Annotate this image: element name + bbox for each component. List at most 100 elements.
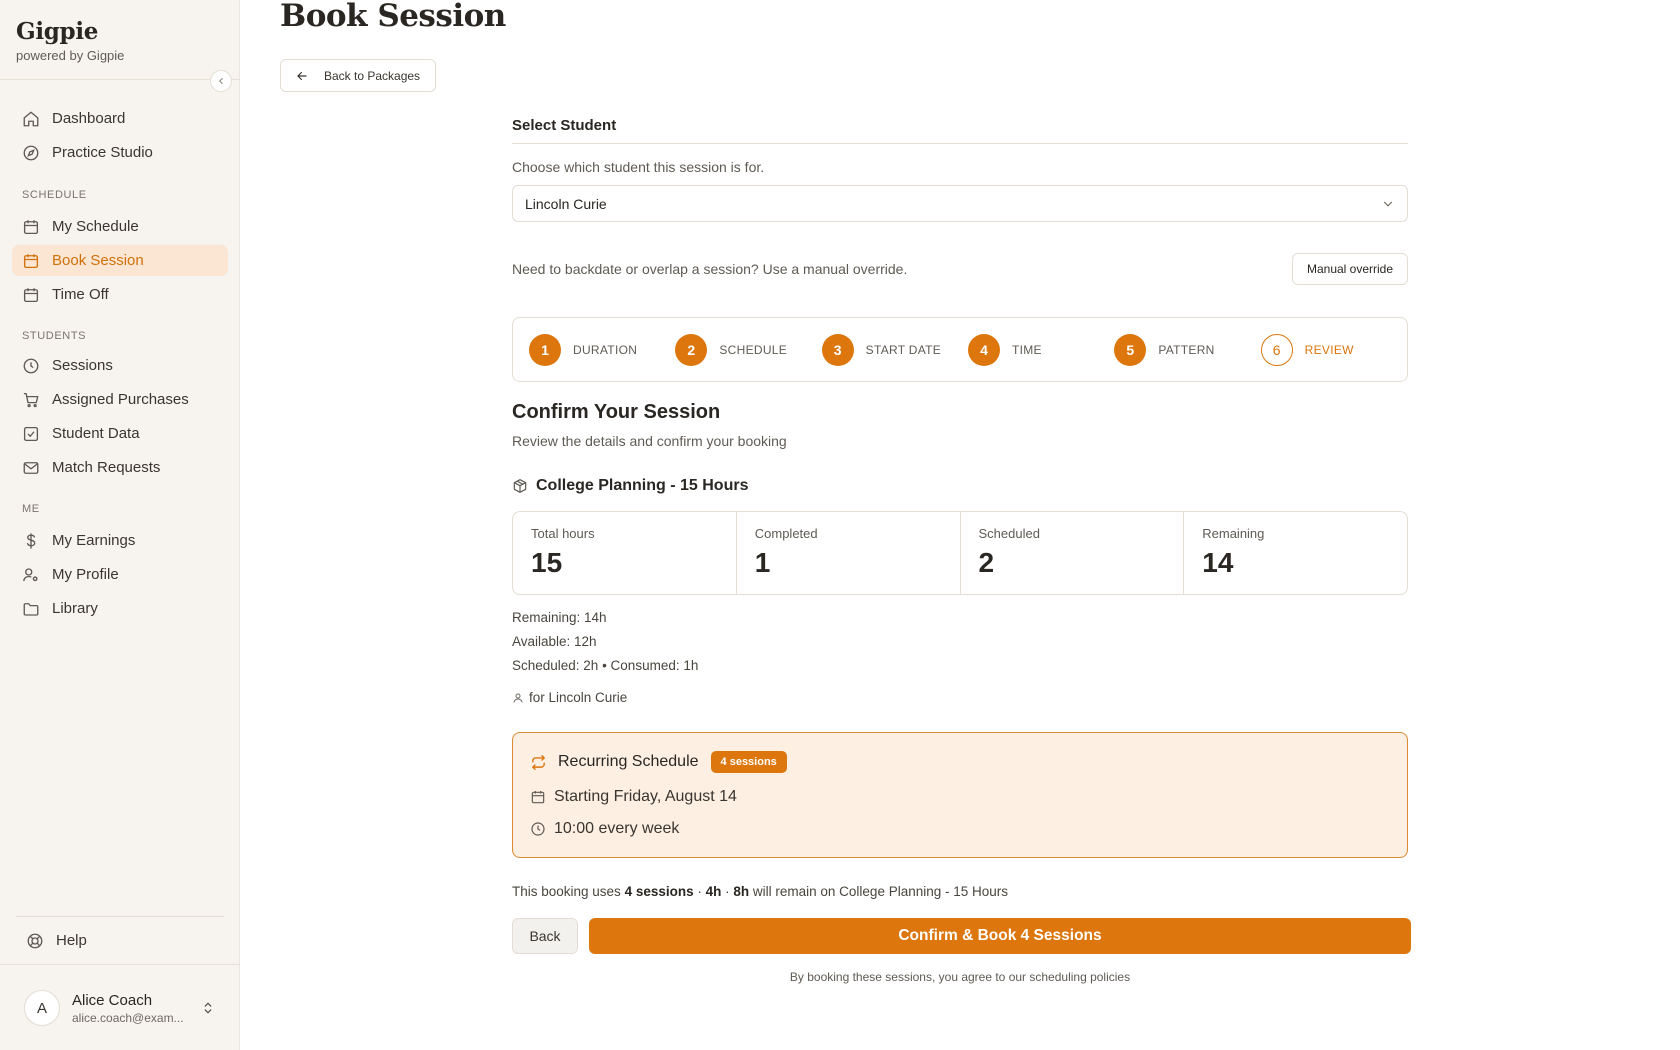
stat-value: 1 <box>754 547 771 578</box>
stat-completed: Completed 1 <box>737 512 961 594</box>
brand-divider <box>0 79 240 80</box>
sidebar-item-match-requests[interactable]: Match Requests <box>12 452 228 483</box>
summary-suffix: will remain on College Planning - 15 Hou… <box>749 884 1009 899</box>
step-label: START DATE <box>865 342 942 357</box>
step-schedule[interactable]: 2 SCHEDULE <box>675 333 821 366</box>
step-review[interactable]: 6 REVIEW <box>1260 333 1407 366</box>
step-time[interactable]: 4 TIME <box>967 333 1114 366</box>
stat-total-hours: Total hours 15 <box>513 512 737 594</box>
step-start-date[interactable]: 3 START DATE <box>821 333 968 366</box>
sidebar-item-my-earnings[interactable]: My Earnings <box>12 525 228 556</box>
sidebar-item-assigned-purchases[interactable]: Assigned Purchases <box>12 384 228 415</box>
sidebar-item-label: My Schedule <box>52 218 139 235</box>
recurring-time-row: 10:00 every week <box>530 820 679 838</box>
confirm-title: Confirm Your Session <box>512 401 721 423</box>
user-divider <box>0 964 240 965</box>
section-title-students: STUDENTS <box>22 330 87 342</box>
recurring-start-row: Starting Friday, August 14 <box>530 788 737 806</box>
sidebar-item-time-off[interactable]: Time Off <box>12 279 228 310</box>
sidebar-item-label: My Earnings <box>52 532 136 549</box>
step-label: REVIEW <box>1304 342 1354 357</box>
step-number: 4 <box>967 333 1000 366</box>
student-select[interactable]: Lincoln Curie <box>512 185 1408 222</box>
stat-value: 14 <box>1202 547 1234 578</box>
confirm-subtitle: Review the details and confirm your book… <box>512 433 787 449</box>
recurring-time: 10:00 every week <box>554 820 680 837</box>
calendar-icon <box>23 287 39 302</box>
confirm-book-button[interactable]: Confirm & Book 4 Sessions <box>589 918 1411 954</box>
sessions-badge: 4 sessions <box>710 751 787 773</box>
for-student-line: for Lincoln Curie <box>512 690 627 705</box>
user-name: Alice Coach <box>72 991 153 1009</box>
chevrons-up-down-icon <box>204 1002 212 1014</box>
step-number: 6 <box>1260 333 1293 366</box>
step-number: 2 <box>675 333 708 366</box>
sidebar-item-label: Student Data <box>52 425 140 442</box>
step-label: TIME <box>1011 342 1042 357</box>
step-number: 1 <box>529 333 561 366</box>
sidebar-item-label: Sessions <box>52 357 113 374</box>
sidebar-item-sessions[interactable]: Sessions <box>12 350 228 381</box>
policy-footnote: By booking these sessions, you agree to … <box>789 970 1131 984</box>
brand-subtitle: powered by Gigpie <box>16 48 125 63</box>
compass-icon <box>23 145 39 160</box>
summary-separator: · <box>721 884 734 899</box>
sidebar-item-library[interactable]: Library <box>12 593 228 624</box>
mail-icon <box>23 461 39 474</box>
sidebar-item-my-schedule[interactable]: My Schedule <box>12 211 228 242</box>
back-to-packages-button[interactable]: Back to Packages <box>280 59 436 92</box>
stat-scheduled: Scheduled 2 <box>961 512 1185 594</box>
step-pattern[interactable]: 5 PATTERN <box>1114 333 1260 366</box>
step-label: PATTERN <box>1158 342 1215 357</box>
back-button[interactable]: Back <box>512 918 578 954</box>
recurring-start: Starting Friday, August 14 <box>554 788 737 805</box>
step-label: DURATION <box>573 342 638 357</box>
sidebar: Gigpie powered by Gigpie Dashboard Pract… <box>0 0 240 1050</box>
sidebar-item-dashboard[interactable]: Dashboard <box>12 103 228 134</box>
sidebar-item-practice-studio[interactable]: Practice Studio <box>12 137 228 168</box>
home-icon <box>23 111 39 126</box>
sidebar-item-label: Time Off <box>52 286 109 303</box>
calendar-icon <box>23 253 39 268</box>
heading-divider <box>512 143 1408 144</box>
brand: Gigpie powered by Gigpie <box>16 18 124 63</box>
sidebar-item-student-data[interactable]: Student Data <box>12 418 228 449</box>
stat-value: 2 <box>978 547 995 578</box>
stat-remaining: Remaining 14 <box>1184 512 1407 594</box>
sidebar-item-label: Match Requests <box>52 459 161 476</box>
student-select-value: Lincoln Curie <box>525 195 607 212</box>
sidebar-item-label: Book Session <box>52 252 144 269</box>
stat-label: Scheduled <box>978 526 1040 541</box>
clock-icon <box>531 822 545 836</box>
summary-remaining: 8h <box>733 884 750 899</box>
recurring-header: Recurring Schedule 4 sessions <box>530 751 787 773</box>
sidebar-item-help[interactable]: Help <box>16 925 224 956</box>
clock-icon <box>23 358 39 373</box>
collapse-sidebar-button[interactable] <box>210 70 232 92</box>
sidebar-item-label: Library <box>52 600 98 617</box>
back-to-packages-label: Back to Packages <box>324 68 421 83</box>
summary-sessions: 4 sessions <box>624 884 694 899</box>
step-duration[interactable]: 1 DURATION <box>529 333 675 366</box>
chevron-down-icon <box>1383 201 1393 207</box>
user-menu[interactable]: A Alice Coach alice.coach@exam... <box>24 987 224 1029</box>
check-square-icon <box>23 426 39 441</box>
calendar-icon <box>531 791 545 804</box>
sidebar-item-label: Practice Studio <box>52 144 153 161</box>
step-number: 5 <box>1114 333 1147 366</box>
arrow-left-icon <box>297 71 307 80</box>
sidebar-item-book-session[interactable]: Book Session <box>12 245 228 276</box>
select-student-heading: Select Student <box>512 117 617 134</box>
cart-icon <box>23 392 39 407</box>
chevron-left-icon <box>219 77 223 85</box>
user-info: Alice Coach alice.coach@exam... <box>72 992 194 1025</box>
manual-override-button[interactable]: Manual override <box>1292 253 1408 285</box>
stat-label: Remaining <box>1202 526 1265 541</box>
sidebar-item-label: Dashboard <box>52 110 126 127</box>
select-student-description: Choose which student this session is for… <box>512 159 765 175</box>
avatar: A <box>24 990 60 1026</box>
summary-prefix: This booking uses <box>512 884 625 899</box>
package-stats: Total hours 15 Completed 1 Scheduled 2 R… <box>512 511 1408 595</box>
recurring-title: Recurring Schedule <box>558 753 699 770</box>
sidebar-item-my-profile[interactable]: My Profile <box>12 559 228 590</box>
